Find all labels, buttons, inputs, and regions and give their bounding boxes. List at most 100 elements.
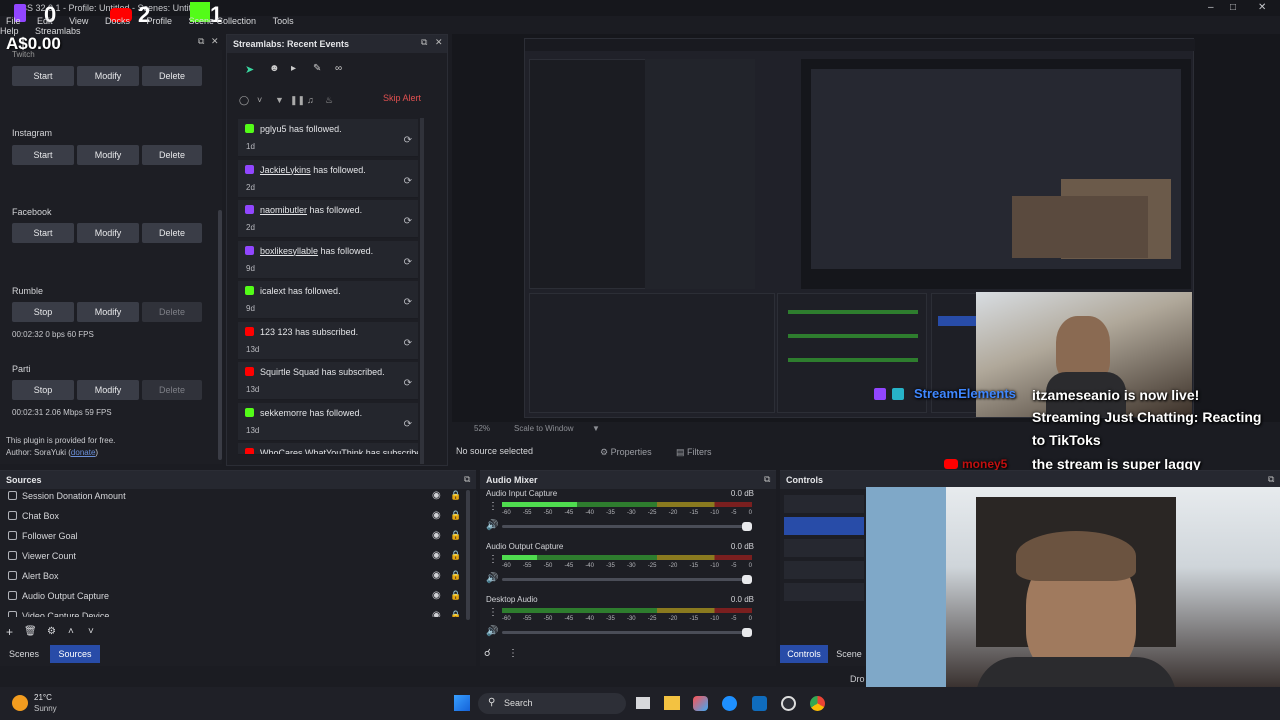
- controls-button-4[interactable]: [784, 561, 864, 579]
- trash-icon[interactable]: 🗑: [24, 626, 37, 637]
- menu-view[interactable]: View: [69, 16, 88, 26]
- weather-desc[interactable]: Sunny: [34, 704, 57, 713]
- preview-area[interactable]: [452, 34, 1280, 422]
- tab-controls[interactable]: Controls: [780, 645, 828, 663]
- lock-icon[interactable]: 🔒: [450, 570, 461, 581]
- task-view-icon[interactable]: [636, 697, 650, 709]
- twitch-delete-button[interactable]: Delete: [142, 66, 202, 86]
- skip-alert-button[interactable]: Skip Alert: [383, 93, 421, 103]
- lock-icon[interactable]: 🔒: [450, 590, 461, 601]
- speaker-icon[interactable]: 🔊: [486, 626, 498, 637]
- move-down-icon[interactable]: ˅: [88, 626, 94, 637]
- parti-stop-button[interactable]: Stop: [12, 380, 74, 400]
- replay-icon[interactable]: ⟳: [404, 176, 412, 187]
- minimize-icon[interactable]: –: [1208, 2, 1214, 13]
- multistream-close-icon[interactable]: ✕: [211, 36, 219, 47]
- pen-icon[interactable]: ✎: [313, 63, 321, 74]
- lock-icon[interactable]: 🔒: [450, 550, 461, 561]
- twitch-start-button[interactable]: Start: [12, 66, 74, 86]
- visibility-eye-icon[interactable]: ◉: [432, 490, 441, 501]
- source-row[interactable]: Chat Box ◉ 🔒: [0, 507, 470, 527]
- controls-button-2[interactable]: [784, 517, 864, 535]
- volume-knob[interactable]: [742, 628, 752, 637]
- volume-slider[interactable]: [502, 628, 752, 637]
- mixer-float-icon[interactable]: ⧉: [764, 474, 770, 485]
- add-source-icon[interactable]: +: [6, 625, 13, 639]
- maximize-icon[interactable]: □: [1230, 2, 1236, 13]
- rumble-modify-button[interactable]: Modify: [77, 302, 139, 322]
- outlook-icon[interactable]: [752, 696, 767, 711]
- recent-events-float-icon[interactable]: ⧉: [421, 37, 427, 48]
- visibility-eye-icon[interactable]: ◉: [432, 550, 441, 561]
- source-row[interactable]: Alert Box ◉ 🔒: [0, 567, 470, 587]
- megaphone-icon[interactable]: ▸: [291, 63, 296, 74]
- instagram-start-button[interactable]: Start: [12, 145, 74, 165]
- filter-icon[interactable]: ▼: [275, 95, 284, 105]
- source-row[interactable]: Audio Output Capture ◉ 🔒: [0, 587, 470, 607]
- volume-slider[interactable]: [502, 522, 752, 531]
- replay-icon[interactable]: ⟳: [404, 419, 412, 430]
- tab-sources[interactable]: Sources: [50, 645, 100, 663]
- menu-file[interactable]: File: [6, 16, 21, 26]
- file-explorer-icon[interactable]: [664, 696, 680, 710]
- lock-icon[interactable]: 🔒: [450, 530, 461, 541]
- volume-slider[interactable]: [502, 575, 752, 584]
- visibility-eye-icon[interactable]: ◉: [432, 510, 441, 521]
- menu-profile[interactable]: Profile: [146, 16, 172, 26]
- mixer-menu-icon[interactable]: ⋮: [508, 648, 518, 659]
- source-row[interactable]: Session Donation Amount ◉ 🔒: [0, 487, 470, 507]
- twitch-modify-button[interactable]: Modify: [77, 66, 139, 86]
- replay-icon[interactable]: ⟳: [404, 257, 412, 268]
- rumble-stop-button[interactable]: Stop: [12, 302, 74, 322]
- link-icon[interactable]: ∞: [335, 63, 342, 74]
- replay-icon[interactable]: ⟳: [404, 216, 412, 227]
- controls-button-3[interactable]: [784, 539, 864, 557]
- scale-dropdown-icon[interactable]: ▼: [592, 424, 600, 433]
- pause-icon[interactable]: ❚❚: [290, 95, 305, 106]
- obs-icon[interactable]: [781, 696, 796, 711]
- replay-icon[interactable]: ⟳: [404, 338, 412, 349]
- lock-icon[interactable]: 🔒: [450, 510, 461, 521]
- lock-icon[interactable]: 🔒: [450, 490, 461, 501]
- facebook-modify-button[interactable]: Modify: [77, 223, 139, 243]
- zoom-level[interactable]: 52%: [474, 424, 490, 433]
- source-row[interactable]: Follower Goal ◉ 🔒: [0, 527, 470, 547]
- settings-icon[interactable]: ⚙: [47, 626, 56, 637]
- filters-button[interactable]: ▤ Filters: [676, 444, 726, 460]
- rumble-delete-button[interactable]: Delete: [142, 302, 202, 322]
- mixer-link-icon[interactable]: ☌: [484, 648, 491, 659]
- source-row[interactable]: Viewer Count ◉ 🔒: [0, 547, 470, 567]
- controls-float-icon[interactable]: ⧉: [1268, 474, 1274, 485]
- menu-edit[interactable]: Edit: [37, 16, 53, 26]
- visibility-eye-icon[interactable]: ◉: [432, 530, 441, 541]
- speaker-icon[interactable]: 🔊: [486, 520, 498, 531]
- controls-button-1[interactable]: [784, 495, 864, 513]
- sources-scrollbar[interactable]: [466, 490, 470, 620]
- menu-scene-collection[interactable]: Scene Collection: [189, 16, 257, 26]
- visibility-eye-icon[interactable]: ◉: [432, 590, 441, 601]
- controls-button-5[interactable]: [784, 583, 864, 601]
- lock-icon[interactable]: 🔒: [450, 610, 461, 617]
- volume-icon[interactable]: ♫: [307, 95, 314, 105]
- start-icon[interactable]: [454, 695, 470, 711]
- copilot-icon[interactable]: [693, 696, 708, 711]
- multistream-scrollbar[interactable]: [218, 210, 222, 460]
- users-icon[interactable]: ☻: [269, 63, 280, 74]
- properties-button[interactable]: ⚙ Properties: [600, 444, 660, 460]
- edge-icon[interactable]: [722, 696, 737, 711]
- shield-icon[interactable]: ◯: [239, 95, 249, 106]
- replay-icon[interactable]: ⟳: [404, 297, 412, 308]
- volume-knob[interactable]: [742, 522, 752, 531]
- source-row[interactable]: Video Capture Device ◉ 🔒: [0, 607, 470, 617]
- instagram-delete-button[interactable]: Delete: [142, 145, 202, 165]
- visibility-eye-icon[interactable]: ◉: [432, 610, 441, 617]
- tab-scene[interactable]: Scene: [832, 645, 866, 663]
- parti-modify-button[interactable]: Modify: [77, 380, 139, 400]
- channel-menu-icon[interactable]: ⋮: [488, 607, 498, 618]
- events-tab-icon[interactable]: ➤: [245, 63, 254, 76]
- parti-delete-button[interactable]: Delete: [142, 380, 202, 400]
- menu-docks[interactable]: Docks: [105, 16, 130, 26]
- taskbar-search[interactable]: ⚲ Search: [478, 693, 626, 714]
- instagram-modify-button[interactable]: Modify: [77, 145, 139, 165]
- close-icon[interactable]: ✕: [1258, 2, 1266, 13]
